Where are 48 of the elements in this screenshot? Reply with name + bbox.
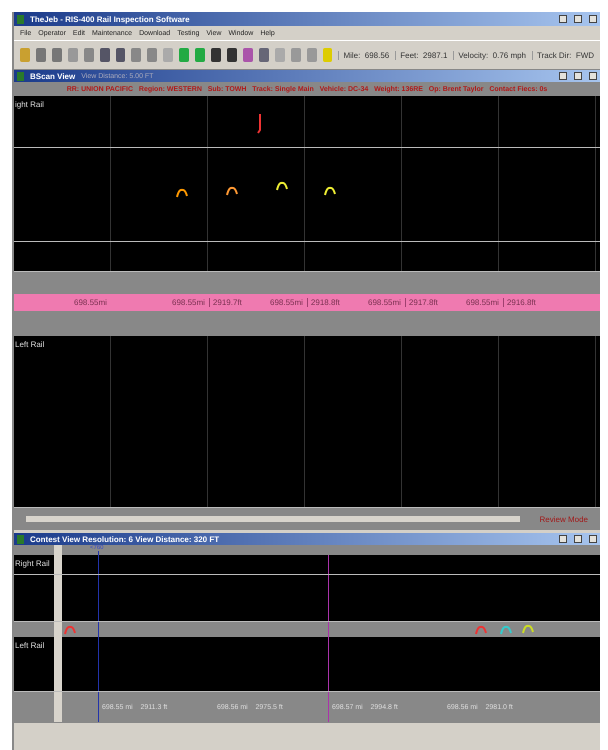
toolbar-icon[interactable]: [211, 48, 221, 62]
close-button[interactable]: [589, 15, 597, 23]
app-icon: [17, 534, 24, 544]
signal-mark-icon: [475, 625, 487, 635]
maximize-button[interactable]: [574, 15, 582, 23]
position-label: 698.55mi: [368, 298, 401, 307]
position-label: 698.55mi: [74, 298, 107, 307]
toolbar-icon[interactable]: [100, 48, 110, 62]
maximize-button[interactable]: [574, 72, 582, 80]
maximize-button[interactable]: [574, 535, 582, 543]
signal-mark-icon: [522, 624, 534, 634]
signal-mark-icon: [324, 186, 336, 196]
rail-label: Left Rail: [15, 641, 44, 650]
close-button[interactable]: [589, 72, 597, 80]
app-icon: [17, 72, 24, 80]
minimize-button[interactable]: [559, 535, 567, 543]
signal-mark-icon: [500, 625, 512, 635]
toolbar-icon[interactable]: [226, 48, 237, 62]
signal-mark-icon: [276, 181, 288, 191]
signal-mark-icon: [257, 114, 263, 134]
toolbar-icon[interactable]: [116, 48, 126, 62]
readout: Track Dir: FWD: [532, 50, 594, 60]
rail-label: Right Rail: [15, 559, 50, 568]
close-button[interactable]: [589, 535, 597, 543]
readout: Velocity: 0.76 mph: [453, 50, 526, 60]
position-label: 698.55mi: [466, 298, 499, 307]
position-label: 698.55mi: [172, 298, 205, 307]
minimize-button[interactable]: [559, 15, 567, 23]
rail-label: Left Rail: [15, 340, 44, 349]
position-label: 2917.8ft: [404, 298, 438, 307]
signal-mark-icon: [176, 188, 188, 198]
mode-label: Review Mode: [540, 514, 588, 524]
rail-label: ight Rail: [15, 100, 44, 109]
signal-mark-icon: [64, 625, 76, 635]
scrollbar[interactable]: [26, 516, 520, 522]
toolbar-icon[interactable]: [258, 48, 269, 62]
position-label: 2919.7ft: [208, 298, 242, 307]
app-icon: [17, 14, 24, 24]
readout: Feet: 2987.1: [395, 50, 448, 60]
panel-title: BScan View: [30, 72, 76, 80]
position-label: 698.55mi: [270, 298, 303, 307]
panel-title: Contest View Resolution: 6 View Distance: 320 FT: [30, 534, 220, 544]
position-label: 2918.8ft: [306, 298, 340, 307]
signal-mark-icon: [226, 186, 238, 196]
position-label: 2916.8ft: [502, 298, 536, 307]
readout: Mile: 698.56: [338, 50, 390, 60]
window-title: TheJeb - RIS-400 Rail Inspection Software: [30, 14, 190, 24]
minimize-button[interactable]: [559, 72, 567, 80]
